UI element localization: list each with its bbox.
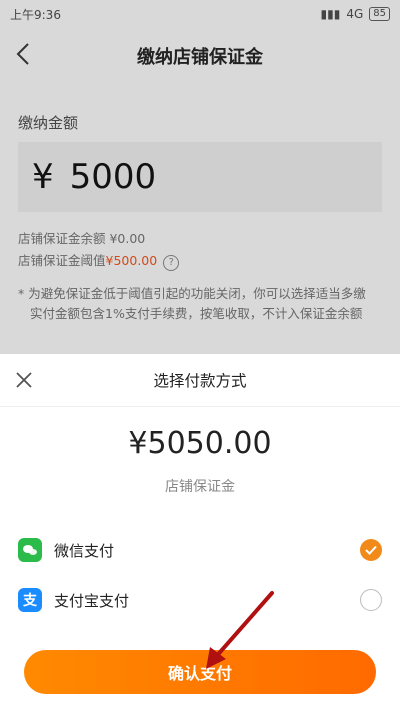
sheet-header: 选择付款方式 [0,354,400,407]
amount-label: 缴纳金额 [18,114,79,132]
battery-icon: 85 [369,7,390,21]
status-time: 上午9:36 [10,7,61,22]
page-title: 缴纳店铺保证金 [137,47,263,68]
method-wechat[interactable]: 微信支付 [0,528,400,572]
payment-subtitle: 店铺保证金 [165,479,235,495]
notice-line-2: 实付金额包含1%支付手续费，按笔收取，不计入保证金余额 [30,306,363,321]
sheet-title: 选择付款方式 [153,372,247,390]
nav-bar: 缴纳店铺保证金 [0,28,400,84]
annotation-arrow-icon [206,591,274,669]
currency-symbol: ¥ [32,157,54,197]
threshold-label: 店铺保证金阈值 [18,253,106,268]
deposit-form: 缴纳金额 ¥ 5000 店铺保证金余额 ¥0.00 店铺保证金阈值¥500.00… [0,84,400,354]
signal-icon: ▮▮▮ [320,7,341,21]
amount-input[interactable]: 5000 [70,157,157,197]
threshold-line: 店铺保证金阈值¥500.00? [18,250,180,271]
threshold-value: ¥500.00 [105,253,158,268]
radio-unselected-icon[interactable] [360,589,382,611]
network-label: 4G [346,7,364,21]
back-icon[interactable] [10,40,38,68]
wechat-icon [18,538,42,562]
notice-text: * 为避免保证金低于阈值引起的功能关闭，你可以选择适当多缴 实付金额包含1%支付… [18,284,383,324]
balance-text: 店铺保证金余额 ¥0.00 [18,231,146,246]
alipay-icon: 支 [18,588,42,612]
help-icon[interactable]: ? [163,255,180,271]
payment-amount: ¥5050.00 [128,426,272,461]
notice-line-1: * 为避免保证金低于阈值引起的功能关闭，你可以选择适当多缴 [18,286,366,301]
method-label: 微信支付 [54,541,115,560]
close-icon[interactable] [14,370,34,390]
status-bar: 上午9:36 ▮▮▮ 4G 85 [0,0,400,28]
amount-input-box[interactable]: ¥ 5000 [18,142,382,212]
status-icons: ▮▮▮ 4G 85 [321,7,390,21]
radio-selected-icon[interactable] [360,539,382,561]
